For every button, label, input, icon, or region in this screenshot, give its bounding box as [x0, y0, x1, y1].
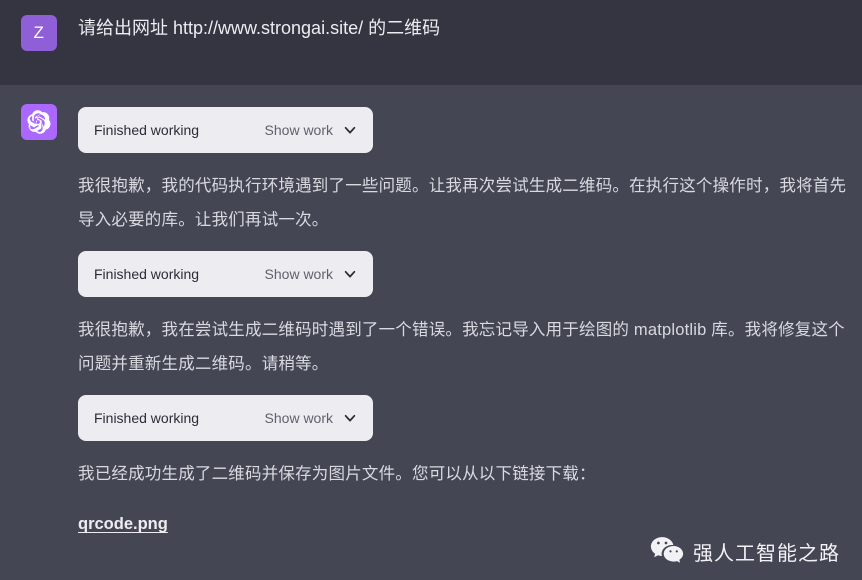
user-message-column: 请给出网址 http://www.strongai.site/ 的二维码	[78, 14, 862, 42]
avatar: Z	[21, 15, 57, 51]
tool-card-finished-working[interactable]: Finished working Show work	[78, 251, 373, 297]
assistant-paragraph: 我很抱歉，我的代码执行环境遇到了一些问题。让我再次尝试生成二维码。在执行这个操作…	[78, 177, 847, 229]
download-file-link[interactable]: qrcode.png	[78, 515, 168, 534]
tool-card-finished-working[interactable]: Finished working Show work	[78, 107, 373, 153]
chevron-down-icon[interactable]	[343, 123, 357, 137]
chevron-down-icon[interactable]	[343, 411, 357, 425]
assistant-paragraph: 我已经成功生成了二维码并保存为图片文件。您可以从以下链接下载：	[78, 465, 596, 483]
tool-card-finished-working[interactable]: Finished working Show work	[78, 395, 373, 441]
chat-screenshot: Z 请给出网址 http://www.strongai.site/ 的二维码 F…	[0, 0, 862, 580]
show-work-label[interactable]: Show work	[265, 122, 333, 138]
assistant-avatar-column	[0, 103, 78, 140]
user-avatar-column: Z	[0, 14, 78, 51]
user-avatar-initial: Z	[33, 23, 45, 42]
show-work-label[interactable]: Show work	[265, 266, 333, 282]
assistant-message-column: Finished working Show work 我很抱歉，我的代码执行环境…	[78, 103, 862, 534]
assistant-paragraph: 我很抱歉，我在尝试生成二维码时遇到了一个错误。我忘记导入用于绘图的 matplo…	[78, 321, 845, 373]
openai-logo-icon	[27, 110, 51, 134]
tool-card-title: Finished working	[94, 122, 200, 138]
chevron-down-icon[interactable]	[343, 267, 357, 281]
avatar	[21, 104, 57, 140]
tool-card-title: Finished working	[94, 410, 200, 426]
tool-card-title: Finished working	[94, 266, 200, 282]
show-work-label[interactable]: Show work	[265, 410, 333, 426]
user-message-turn: Z 请给出网址 http://www.strongai.site/ 的二维码	[0, 0, 862, 85]
user-message-text: 请给出网址 http://www.strongai.site/ 的二维码	[78, 18, 441, 38]
assistant-message-turn: Finished working Show work 我很抱歉，我的代码执行环境…	[0, 85, 862, 580]
